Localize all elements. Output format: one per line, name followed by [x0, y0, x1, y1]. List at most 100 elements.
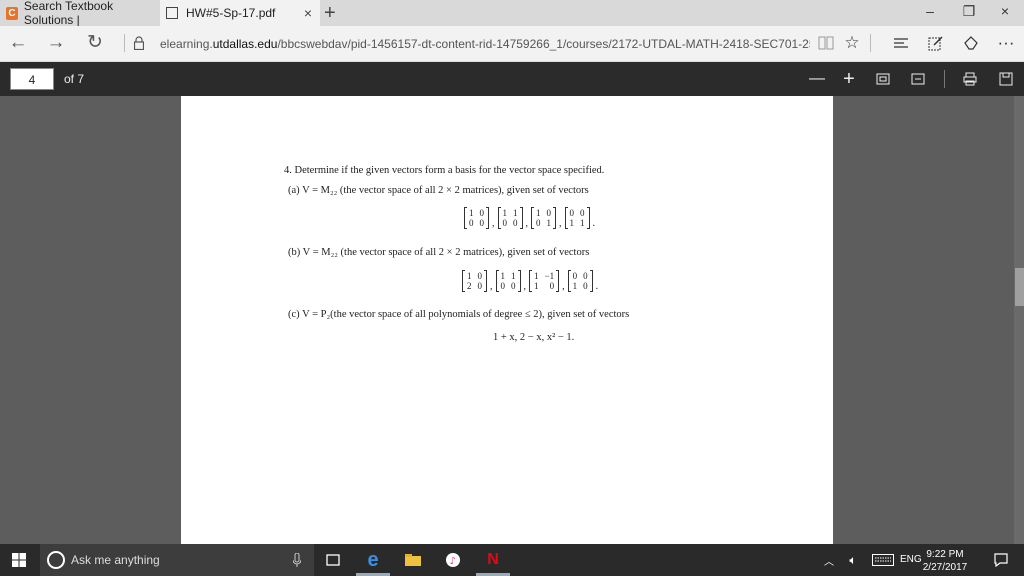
matrix-entry: 1: [534, 271, 539, 281]
bracket-right: [484, 270, 487, 292]
matrix-entry: 0: [572, 271, 578, 281]
page-view-icon[interactable]: [905, 67, 931, 91]
matrix: 0010: [567, 270, 593, 292]
matrix-entries: 1001: [534, 208, 553, 228]
matrix-entry: 0: [511, 281, 516, 291]
matrix-entry: 0: [569, 208, 575, 218]
part-a-text: (a) V = M₂₂ (the vector space of all 2 ×…: [288, 185, 589, 196]
close-tab-icon[interactable]: ×: [304, 5, 312, 21]
task-view-icon[interactable]: [316, 544, 350, 576]
volume-icon[interactable]: 🔈︎: [836, 544, 870, 576]
matrix-entry: 0: [477, 281, 483, 291]
problem-statement: 4. Determine if the given vectors form a…: [284, 165, 605, 176]
system-clock[interactable]: 9:22 PM 2/27/2017: [916, 548, 974, 574]
matrix-entry: 0: [580, 208, 585, 218]
matrix-entry: 1: [467, 271, 472, 281]
page-number-input[interactable]: 4: [10, 68, 54, 90]
matrix-separator: ,: [492, 218, 495, 229]
bracket-right: [517, 270, 521, 292]
matrix-entry: 1: [580, 218, 585, 228]
matrix-separator: ,: [525, 218, 529, 229]
bracket-right: [553, 207, 556, 229]
matrix: 0011: [564, 207, 590, 229]
print-icon[interactable]: [957, 67, 983, 91]
matrix-entry: 1: [546, 218, 552, 228]
bracket-right: [586, 207, 590, 229]
divider: [870, 34, 871, 52]
new-tab-button[interactable]: +: [324, 2, 336, 24]
chegg-icon: C: [6, 6, 18, 20]
refresh-icon[interactable]: ↻: [83, 32, 107, 54]
divider: [124, 34, 125, 52]
tab-hw5-pdf[interactable]: HW#5-Sp-17.pdf ×: [160, 0, 320, 26]
minimize-button[interactable]: –: [915, 3, 945, 19]
matrix-entry: 0: [546, 208, 552, 218]
url-domain: utdallas.edu: [212, 37, 278, 51]
forward-arrow-icon[interactable]: →: [44, 32, 68, 54]
document-icon: [166, 7, 178, 19]
matrix-entry: 2: [467, 281, 472, 291]
matrix-entry: 1: [534, 281, 539, 291]
matrix-entry: −1: [544, 271, 555, 281]
matrix-entry: 1: [469, 208, 474, 218]
tab-title: HW#5-Sp-17.pdf: [186, 6, 276, 20]
save-icon[interactable]: [993, 67, 1019, 91]
share-icon[interactable]: [958, 31, 984, 55]
action-center-icon[interactable]: [984, 544, 1018, 576]
matrix-entry: 0: [583, 271, 588, 281]
web-note-icon[interactable]: [923, 31, 949, 55]
matrices-b: 1 0 2 0, 1 1 0 0, 1 −1 1 0, 0 0 1 0.: [461, 270, 600, 292]
zoom-out-icon[interactable]: —: [804, 67, 830, 91]
lock-icon: [134, 36, 144, 50]
close-window-button[interactable]: ×: [990, 3, 1020, 19]
matrix-entry: 1: [502, 208, 508, 218]
matrix-entry: 0: [477, 271, 483, 281]
matrix-entry: 1: [572, 281, 578, 291]
favorite-star-icon[interactable]: ☆: [839, 31, 865, 55]
url-path: /bbcswebdav/pid-1456157-dt-content-rid-1…: [277, 37, 810, 51]
microphone-icon[interactable]: [280, 544, 314, 576]
matrix-entry: 0: [536, 218, 541, 228]
url-prefix: elearning.: [160, 37, 213, 51]
music-app-icon[interactable]: ♪: [436, 544, 470, 576]
matrix-entries: 1 −1 1 0: [532, 271, 556, 291]
touch-keyboard-icon[interactable]: [866, 544, 900, 576]
file-explorer-icon[interactable]: [396, 544, 430, 576]
matrix-entry: 1: [569, 218, 575, 228]
url-field[interactable]: elearning.utdallas.edu/bbcswebdav/pid-14…: [160, 37, 810, 51]
matrix-entry: 1: [536, 208, 541, 218]
maximize-button[interactable]: ❐: [954, 3, 984, 20]
matrix-entry: 0: [502, 218, 508, 228]
tab-title: Search Textbook Solutions |: [23, 0, 114, 27]
scrollbar-thumb[interactable]: [1015, 268, 1024, 306]
matrix: 1000: [464, 207, 489, 229]
tab-search-textbook[interactable]: C Search Textbook Solutions |: [0, 0, 160, 27]
matrix: 1020: [462, 270, 487, 292]
matrix-entry: 0: [513, 218, 518, 228]
back-arrow-icon[interactable]: ←: [6, 32, 30, 54]
reading-view-icon[interactable]: [813, 31, 839, 55]
matrix-entry: 0: [469, 218, 474, 228]
edge-browser-icon[interactable]: e: [356, 544, 390, 576]
matrix-entries: 0010: [571, 271, 590, 291]
windows-start-icon[interactable]: [0, 544, 38, 576]
cortana-placeholder: Ask me anything: [71, 553, 160, 567]
matrix-entry: 1: [511, 271, 516, 281]
matrix-entry: 0: [549, 281, 555, 291]
scrollbar-track[interactable]: [1014, 96, 1024, 544]
matrix-entry: 1: [500, 271, 506, 281]
more-icon[interactable]: ···: [993, 31, 1019, 55]
matrix-separator: ,: [559, 218, 562, 229]
fit-page-icon[interactable]: [870, 67, 896, 91]
clock-date: 2/27/2017: [922, 562, 968, 573]
clock-time: 9:22 PM: [926, 549, 964, 560]
hub-icon[interactable]: [888, 31, 914, 55]
matrix-entries: 1100: [501, 208, 520, 228]
netflix-icon[interactable]: N: [476, 544, 510, 576]
page-count-label: of 7: [64, 72, 85, 86]
zoom-in-icon[interactable]: +: [836, 67, 862, 91]
matrix-separator: ,: [523, 281, 527, 292]
matrix-entry: 0: [479, 218, 485, 228]
matrix-entry: 0: [479, 208, 485, 218]
matrix-separator: .: [592, 218, 596, 229]
